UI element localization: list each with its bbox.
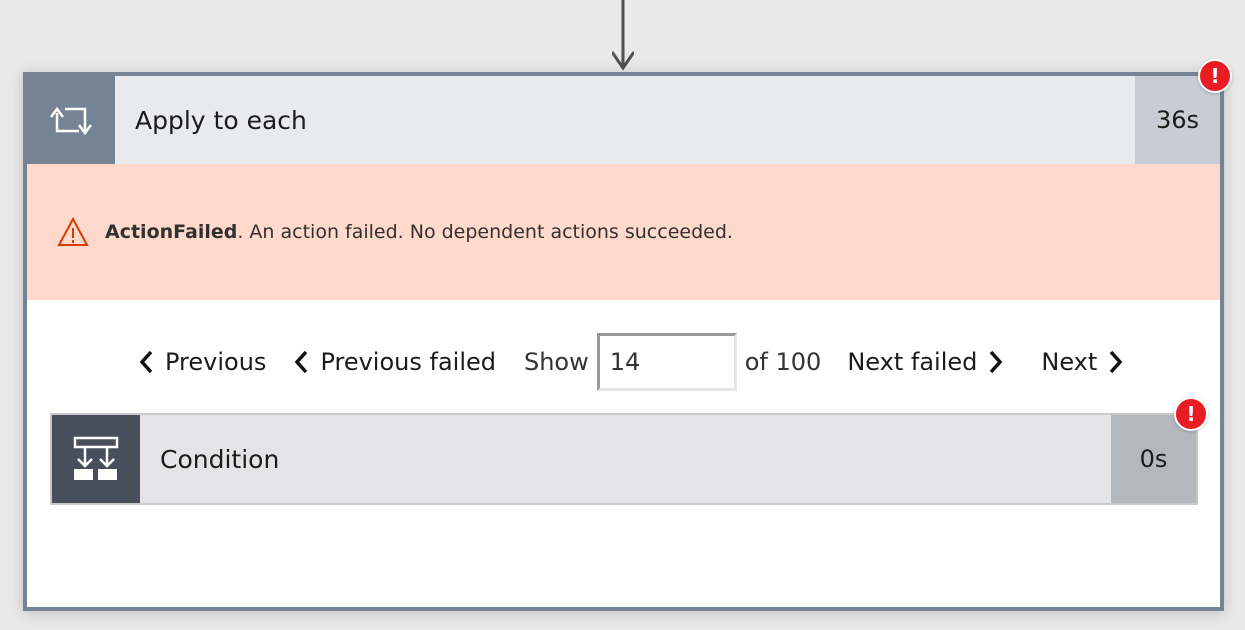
chevron-left-icon bbox=[295, 350, 308, 374]
next-failed-button[interactable]: Next failed bbox=[847, 348, 1005, 376]
condition-title: Condition bbox=[160, 444, 280, 474]
condition-icon-tile bbox=[52, 415, 140, 503]
error-message: . An action failed. No dependent actions… bbox=[237, 221, 733, 243]
iteration-pager: Previous Previous failed Show of 100 Nex… bbox=[27, 330, 1220, 394]
show-label: Show bbox=[523, 348, 589, 376]
error-text: ActionFailed. An action failed. No depen… bbox=[105, 221, 733, 243]
next-failed-label: Next failed bbox=[847, 348, 978, 376]
condition-card[interactable]: Condition 0s bbox=[50, 413, 1198, 505]
apply-to-each-header[interactable]: Apply to each 36s bbox=[27, 76, 1220, 164]
previous-failed-label: Previous failed bbox=[320, 348, 496, 376]
error-badge: ! bbox=[1174, 397, 1208, 431]
action-title: Apply to each bbox=[135, 105, 307, 135]
next-button[interactable]: Next bbox=[1041, 348, 1125, 376]
previous-button[interactable]: Previous bbox=[137, 348, 266, 376]
loop-icon bbox=[50, 106, 92, 136]
next-label: Next bbox=[1041, 348, 1098, 376]
of-total-label: of 100 bbox=[744, 348, 822, 376]
previous-failed-button[interactable]: Previous failed bbox=[292, 348, 496, 376]
chevron-right-icon bbox=[990, 350, 1003, 374]
condition-icon bbox=[73, 436, 119, 480]
warning-icon bbox=[57, 217, 89, 246]
arrow-down-icon bbox=[612, 0, 634, 71]
loop-icon-tile bbox=[27, 76, 115, 164]
previous-label: Previous bbox=[165, 348, 267, 376]
error-badge: ! bbox=[1198, 59, 1232, 93]
error-banner: ActionFailed. An action failed. No depen… bbox=[27, 164, 1220, 300]
apply-to-each-card: Apply to each 36s ActionFailed. An actio… bbox=[23, 72, 1224, 611]
chevron-right-icon bbox=[1109, 350, 1123, 374]
iteration-input[interactable] bbox=[596, 333, 737, 391]
error-code: ActionFailed bbox=[105, 221, 238, 243]
chevron-left-icon bbox=[139, 350, 153, 374]
